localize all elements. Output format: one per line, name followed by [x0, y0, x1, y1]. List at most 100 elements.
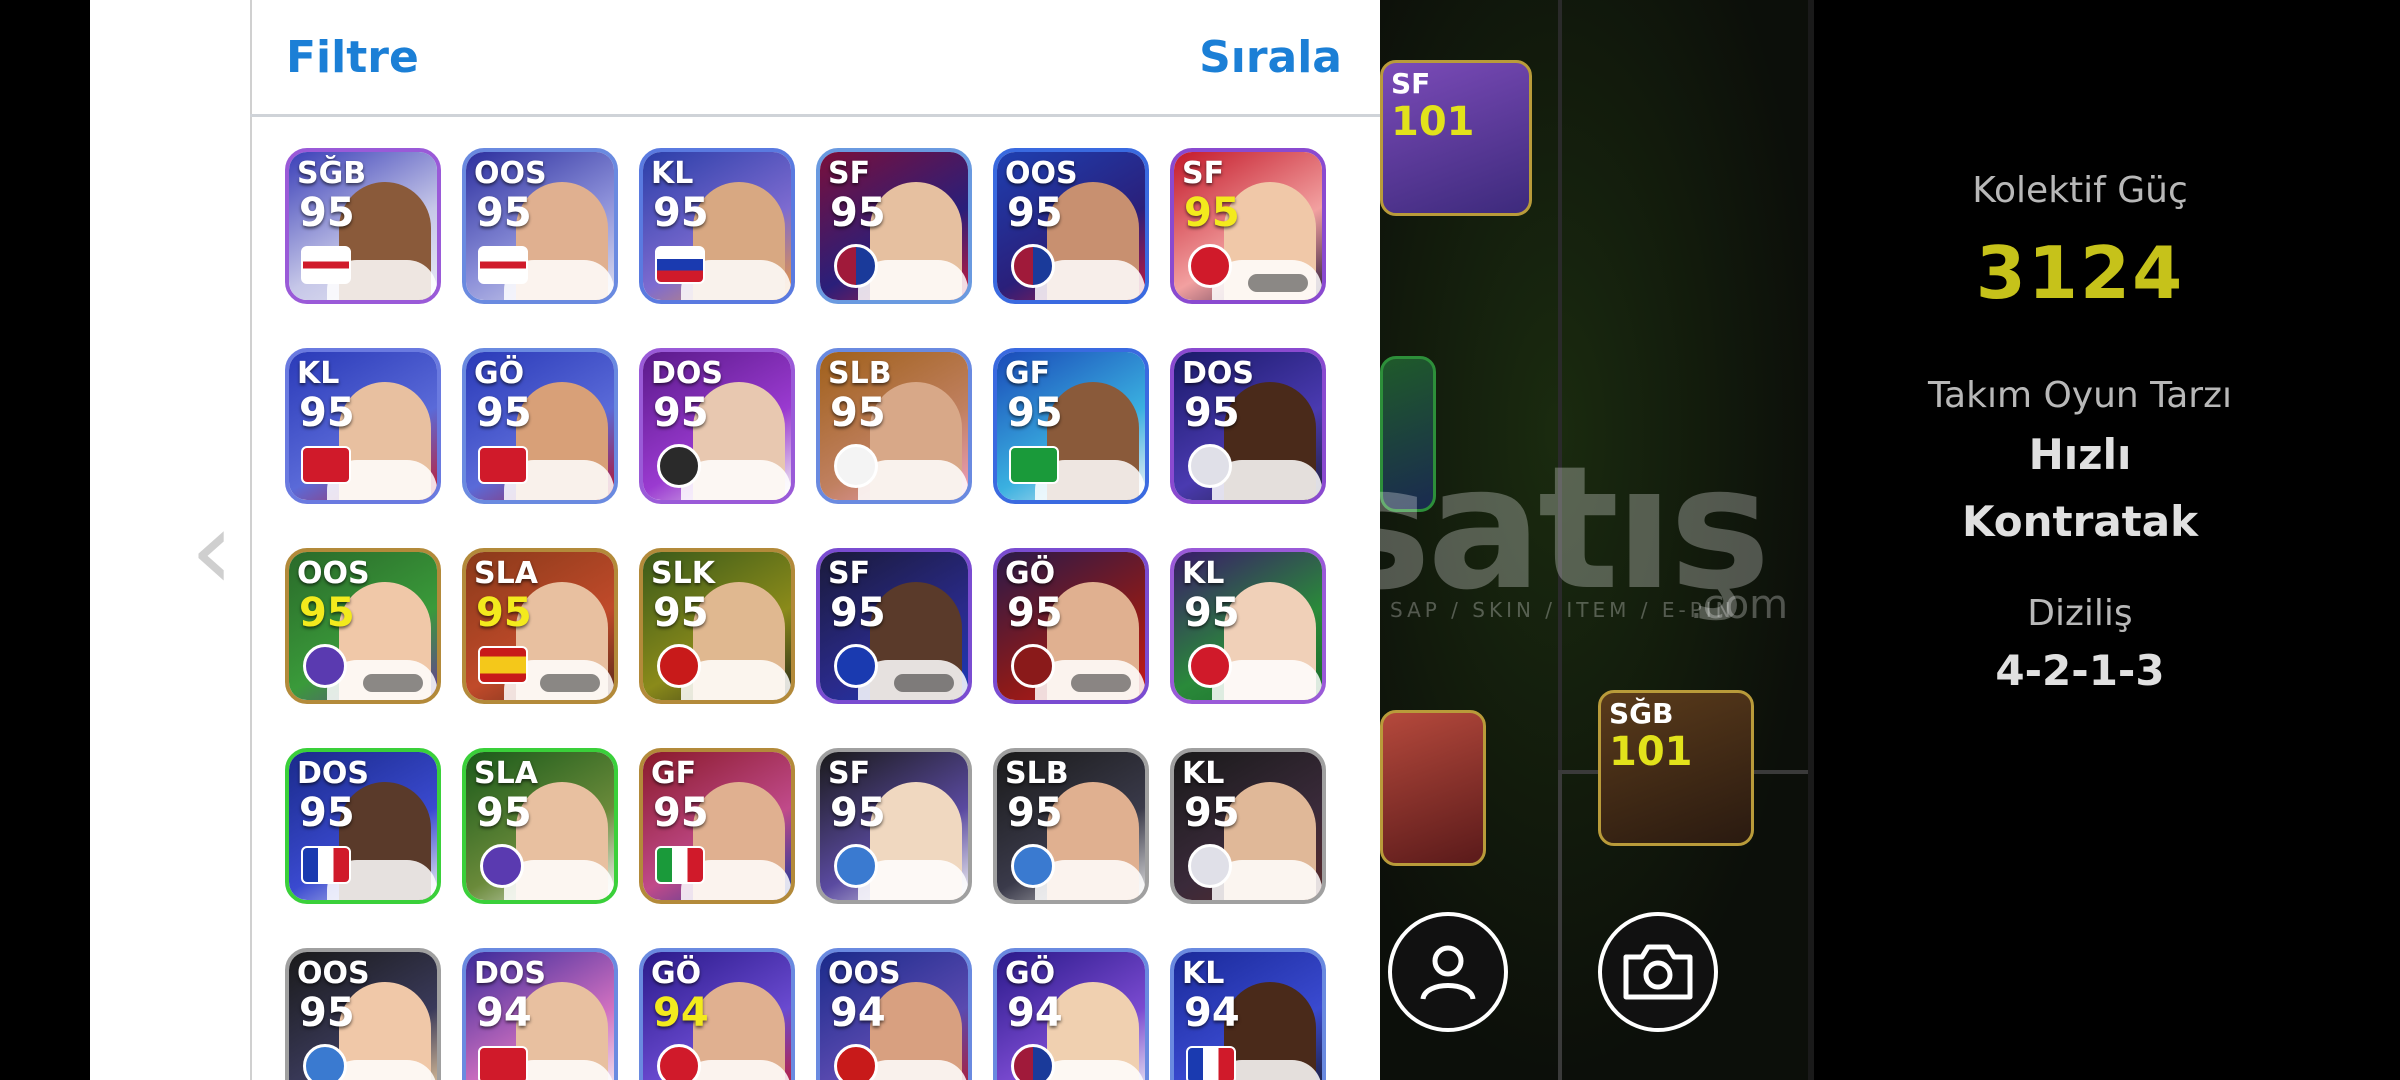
player-rating: 95 — [830, 790, 886, 836]
player-card[interactable]: KL 95 — [285, 348, 441, 504]
player-card[interactable]: GÖ 94 — [639, 948, 795, 1080]
player-position: OOS — [297, 956, 370, 991]
player-position: OOS — [297, 556, 370, 591]
player-position: KL — [1182, 756, 1225, 791]
player-card[interactable]: GÖ 94 — [993, 948, 1149, 1080]
pitch-player-card[interactable] — [1380, 710, 1486, 866]
player-position: DOS — [474, 956, 547, 991]
player-rating: 95 — [1184, 390, 1240, 436]
player-rating: 95 — [1007, 590, 1063, 636]
player-card[interactable]: DOS 95 — [285, 748, 441, 904]
filter-button[interactable]: Filtre — [286, 32, 419, 83]
player-position: KL — [1182, 556, 1225, 591]
flag-brazil-icon — [1009, 446, 1059, 484]
player-rating: 94 — [1184, 990, 1240, 1036]
player-card[interactable]: KL 95 — [1170, 748, 1326, 904]
flag-switzerland-icon — [478, 1046, 528, 1080]
player-rating: 95 — [299, 990, 355, 1036]
player-rating: 95 — [476, 790, 532, 836]
camera-icon — [1623, 944, 1693, 1000]
club-manutd-icon — [657, 644, 701, 688]
player-position: OOS — [474, 156, 547, 191]
player-position: DOS — [297, 756, 370, 791]
player-position: KL — [1182, 956, 1225, 991]
player-card[interactable]: SLA 95 — [462, 548, 618, 704]
player-rating: 95 — [653, 590, 709, 636]
player-card[interactable]: SF 95 — [816, 748, 972, 904]
pitch-player-card[interactable]: SĞB 101 — [1598, 690, 1754, 846]
player-card[interactable]: SLB 95 — [816, 348, 972, 504]
player-card[interactable]: KL 95 — [1170, 548, 1326, 704]
player-position: GÖ — [1005, 556, 1056, 591]
panel-divider — [1808, 0, 1814, 1080]
player-position: OOS — [828, 956, 901, 991]
chevron-left-icon[interactable]: ‹ — [190, 495, 240, 605]
player-card[interactable]: SF 95 — [816, 548, 972, 704]
team-play-style-label: Takım Oyun Tarzı — [1928, 375, 2232, 416]
player-card[interactable]: SLK 95 — [639, 548, 795, 704]
skill-badge-icon — [1071, 674, 1131, 692]
player-card[interactable]: DOS 94 — [462, 948, 618, 1080]
player-position: SĞB — [1609, 697, 1674, 730]
player-position: KL — [651, 156, 694, 191]
player-card[interactable]: DOS 95 — [1170, 348, 1326, 504]
player-position: GÖ — [1005, 956, 1056, 991]
player-card[interactable]: SF 95 — [816, 148, 972, 304]
player-card[interactable]: DOS 95 — [639, 348, 795, 504]
player-card[interactable]: SĞB 95 — [285, 148, 441, 304]
player-position: SĞB — [297, 156, 367, 191]
screen: Kolektif Güç 3124 Takım Oyun Tarzı Hızlı… — [0, 0, 2400, 1080]
flag-france-icon — [301, 846, 351, 884]
skill-badge-icon — [1248, 274, 1308, 292]
skill-badge-icon — [540, 674, 600, 692]
player-card[interactable]: GF 95 — [639, 748, 795, 904]
player-card[interactable]: OOS 94 — [816, 948, 972, 1080]
pitch-player-card[interactable]: SF 101 — [1380, 60, 1532, 216]
player-card[interactable]: KL 94 — [1170, 948, 1326, 1080]
player-rating: 95 — [476, 590, 532, 636]
screenshot-button[interactable] — [1598, 912, 1718, 1032]
player-position: DOS — [651, 356, 724, 391]
player-position: SLK — [651, 556, 715, 591]
sort-button[interactable]: Sırala — [1199, 32, 1342, 83]
player-position: OOS — [1005, 156, 1078, 191]
player-rating: 95 — [830, 190, 886, 236]
player-card[interactable]: GÖ 95 — [462, 348, 618, 504]
player-card[interactable]: SF 95 — [1170, 148, 1326, 304]
player-position: SLB — [828, 356, 892, 391]
flag-italy-icon — [655, 846, 705, 884]
player-position: KL — [297, 356, 340, 391]
player-position: GÖ — [474, 356, 525, 391]
player-position: SF — [828, 556, 871, 591]
team-play-style-value-1: Hızlı — [2028, 430, 2132, 479]
player-rating: 95 — [1184, 190, 1240, 236]
flag-france-icon — [1186, 1046, 1236, 1080]
player-card[interactable]: GÖ 95 — [993, 548, 1149, 704]
skill-badge-icon — [894, 674, 954, 692]
skill-badge-icon — [363, 674, 423, 692]
club-barcelona-icon — [1011, 244, 1055, 288]
player-position: SLA — [474, 756, 538, 791]
player-card[interactable]: GF 95 — [993, 348, 1149, 504]
player-rating: 95 — [299, 190, 355, 236]
player-position: SF — [828, 756, 871, 791]
player-card[interactable]: SLA 95 — [462, 748, 618, 904]
player-position: SLA — [474, 556, 538, 591]
club-white-icon — [1188, 444, 1232, 488]
player-position: SF — [1391, 67, 1431, 100]
watermark-subtitle: SAP / SKIN / ITEM / E-PIN — [1390, 598, 1735, 622]
player-rating: 95 — [830, 590, 886, 636]
flag-spain-icon — [478, 646, 528, 684]
club-dark-icon — [657, 444, 701, 488]
player-card[interactable]: OOS 95 — [993, 148, 1149, 304]
manager-button[interactable] — [1388, 912, 1508, 1032]
player-card[interactable]: OOS 95 — [285, 548, 441, 704]
player-position: DOS — [1182, 356, 1255, 391]
player-rating: 95 — [1007, 390, 1063, 436]
player-card[interactable]: SLB 95 — [993, 748, 1149, 904]
player-card[interactable]: KL 95 — [639, 148, 795, 304]
player-card[interactable]: OOS 95 — [285, 948, 441, 1080]
club-white-icon — [1188, 844, 1232, 888]
player-card[interactable]: OOS 95 — [462, 148, 618, 304]
player-rating: 95 — [653, 190, 709, 236]
